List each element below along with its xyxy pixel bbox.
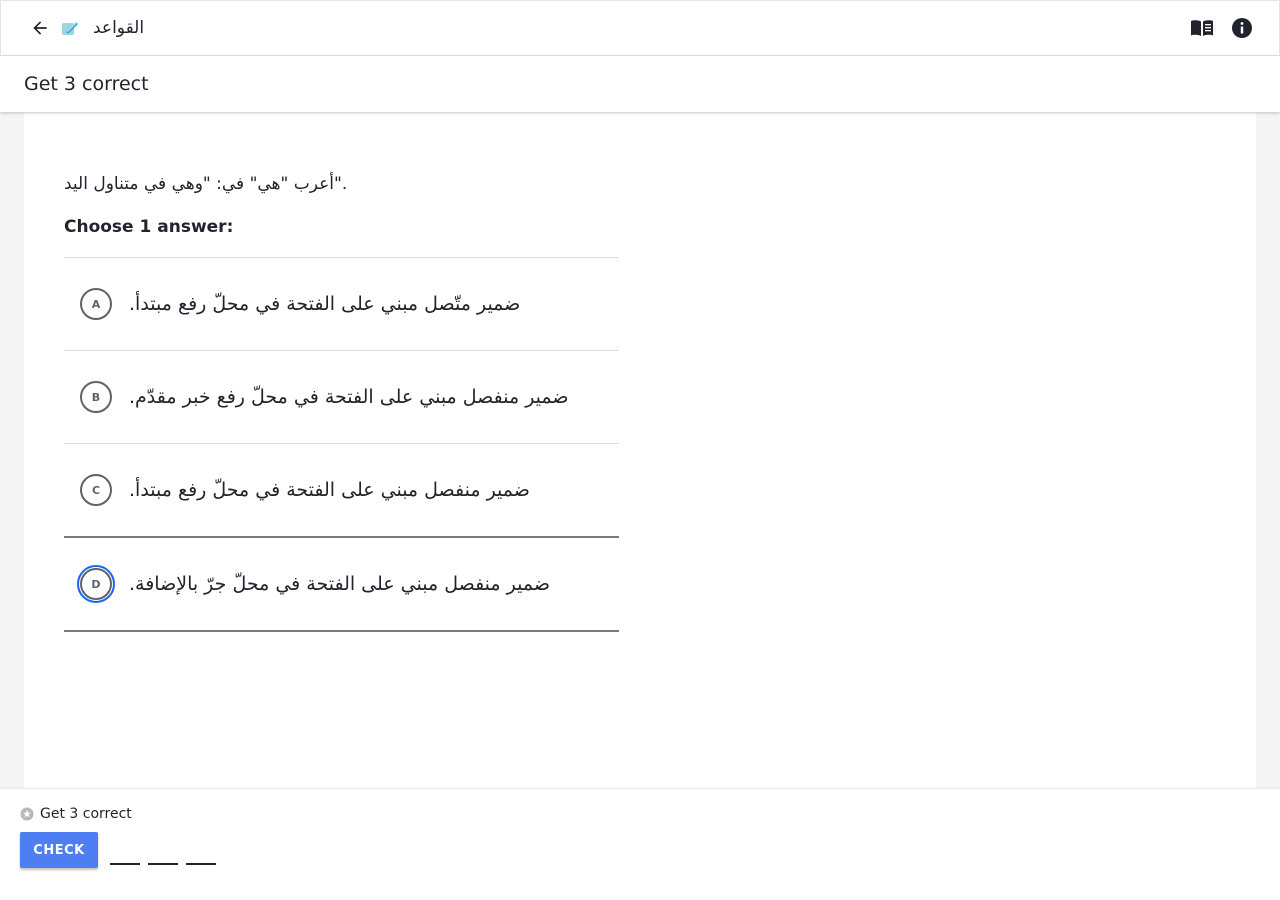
arrow-left-icon — [33, 21, 47, 35]
task-header: Get 3 correct — [0, 56, 1280, 112]
top-bar-right — [1189, 15, 1279, 41]
answer-choices: A ضمير متّصل مبني على الفتحة في محلّ رفع… — [64, 257, 619, 632]
star-badge-icon — [20, 807, 34, 821]
top-bar-left: القواعد — [1, 15, 144, 41]
goal-row: Get 3 correct — [20, 806, 132, 822]
choice-a[interactable]: A ضمير متّصل مبني على الفتحة في محلّ رفع… — [64, 257, 619, 350]
info-button[interactable] — [1229, 15, 1255, 41]
task-title: Get 3 correct — [24, 73, 149, 95]
back-button[interactable] — [27, 15, 53, 41]
top-bar: القواعد — [0, 0, 1280, 56]
progress-slots — [110, 863, 216, 865]
goal-text: Get 3 correct — [40, 806, 132, 822]
choice-text: ضمير منفصل مبني على الفتحة في محلّ رفع م… — [129, 479, 530, 501]
info-icon — [1232, 18, 1252, 38]
choice-text: ضمير متّصل مبني على الفتحة في محلّ رفع م… — [129, 293, 521, 315]
choice-d[interactable]: D ضمير منفصل مبني على الفتحة في محلّ جرّ… — [64, 536, 619, 632]
choice-letter: D — [77, 565, 115, 603]
question-prompt: أعرب "هي" في: "وهي في متناول اليد". — [64, 174, 348, 194]
choice-letter: C — [80, 474, 112, 506]
choice-c[interactable]: C ضمير منفصل مبني على الفتحة في محلّ رفع… — [64, 443, 619, 536]
check-button[interactable]: CHECK — [20, 832, 98, 868]
glossary-button[interactable] — [1189, 15, 1215, 41]
progress-slot — [186, 863, 216, 865]
choice-text: ضمير منفصل مبني على الفتحة في محلّ رفع خ… — [129, 386, 569, 408]
exercise-title: القواعد — [93, 18, 145, 38]
choice-letter: A — [80, 288, 112, 320]
choice-text: ضمير منفصل مبني على الفتحة في محلّ جرّ ب… — [129, 573, 550, 595]
choice-letter: B — [80, 381, 112, 413]
choice-b[interactable]: B ضمير منفصل مبني على الفتحة في محلّ رفع… — [64, 350, 619, 443]
progress-slot — [110, 863, 140, 865]
progress-slot — [148, 863, 178, 865]
pencil-icon — [61, 19, 79, 37]
book-icon — [1191, 20, 1213, 36]
choose-instruction: Choose 1 answer: — [64, 217, 234, 237]
footer-bar: Get 3 correct CHECK — [0, 789, 1280, 900]
question-card: أعرب "هي" في: "وهي في متناول اليد". Choo… — [24, 112, 1256, 788]
